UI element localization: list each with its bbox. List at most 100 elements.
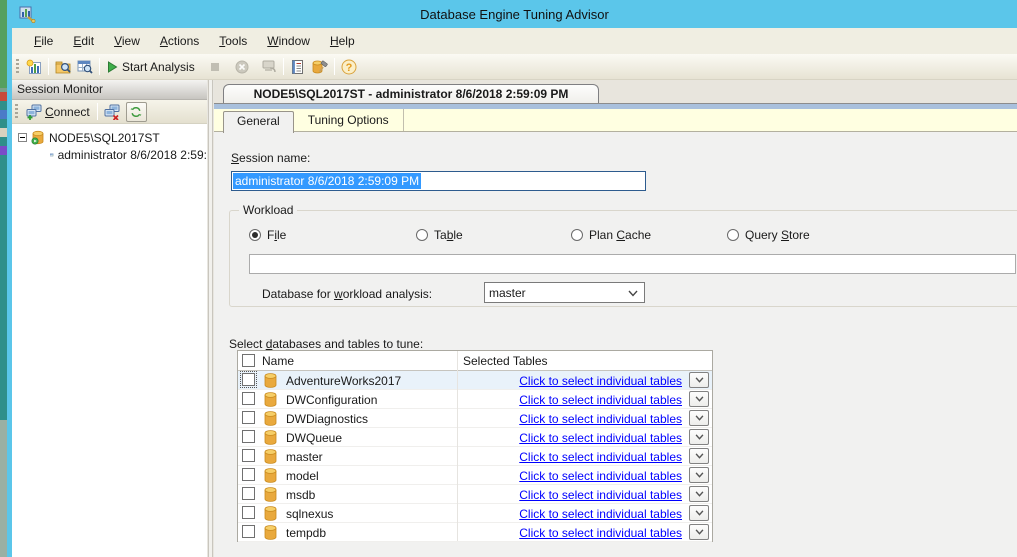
start-analysis-label: Start Analysis: [122, 60, 195, 74]
select-tables-link[interactable]: Click to select individual tables: [519, 469, 682, 483]
menu-edit[interactable]: Edit: [63, 28, 104, 54]
open-workload-file-button[interactable]: [52, 57, 74, 77]
database-name: master: [286, 450, 323, 464]
connect-button[interactable]: Connect: [22, 102, 94, 122]
radio-button[interactable]: [416, 229, 428, 241]
menu-help[interactable]: Help: [320, 28, 365, 54]
main-toolbar: Start Analysis: [12, 54, 1017, 80]
combobox-value: master: [489, 286, 526, 300]
radio-query-store[interactable]: Query Store: [727, 227, 810, 243]
panel-splitter[interactable]: [207, 80, 214, 557]
row-checkbox[interactable]: [242, 525, 255, 538]
row-checkbox[interactable]: [242, 373, 255, 386]
row-checkbox[interactable]: [242, 392, 255, 405]
table-row[interactable]: model Click to select individual tables: [238, 466, 712, 485]
toolbar-separator: [97, 103, 98, 120]
properties-button[interactable]: [287, 57, 308, 77]
tree-node-server[interactable]: NODE5\SQL2017ST: [12, 129, 207, 146]
row-checkbox[interactable]: [242, 449, 255, 462]
session-name-input[interactable]: administrator 8/6/2018 2:59:09 PM: [231, 171, 646, 191]
table-row[interactable]: sqlnexus Click to select individual tabl…: [238, 504, 712, 523]
toolbar-grip[interactable]: [15, 104, 18, 119]
workload-group: Workload File Table Plan Cache: [229, 210, 1017, 307]
tables-dropdown-button[interactable]: [689, 524, 709, 540]
radio-plan-cache[interactable]: Plan Cache: [571, 227, 651, 243]
session-document-tab[interactable]: NODE5\SQL2017ST - administrator 8/6/2018…: [223, 84, 599, 103]
title-bar[interactable]: Database Engine Tuning Advisor: [12, 0, 1017, 28]
table-row[interactable]: tempdb Click to select individual tables: [238, 523, 712, 542]
tab-general[interactable]: General: [223, 111, 294, 133]
disconnect-button[interactable]: [101, 102, 123, 122]
table-row[interactable]: DWDiagnostics Click to select individual…: [238, 409, 712, 428]
session-icon: [50, 148, 54, 162]
table-row[interactable]: AdventureWorks2017 Click to select indiv…: [238, 371, 712, 390]
select-tables-link[interactable]: Click to select individual tables: [519, 450, 682, 464]
menu-view[interactable]: View: [104, 28, 150, 54]
connect-icon: [26, 104, 42, 120]
refresh-button[interactable]: [126, 102, 147, 122]
tables-dropdown-button[interactable]: [689, 486, 709, 502]
chevron-down-icon: [695, 415, 704, 421]
tuning-options-button[interactable]: [308, 57, 331, 77]
select-tables-link[interactable]: Click to select individual tables: [519, 507, 682, 521]
menu-window[interactable]: Window: [257, 28, 320, 54]
select-tables-link[interactable]: Click to select individual tables: [519, 488, 682, 502]
tune-database-icon: [311, 59, 328, 75]
select-tables-link[interactable]: Click to select individual tables: [519, 393, 682, 407]
database-name: sqlnexus: [286, 507, 333, 521]
collapse-icon[interactable]: [18, 133, 27, 142]
window-title: Database Engine Tuning Advisor: [12, 7, 1017, 22]
select-tables-link[interactable]: Click to select individual tables: [519, 431, 682, 445]
document-body: General Tuning Options Session name: adm…: [214, 103, 1017, 557]
row-checkbox[interactable]: [242, 411, 255, 424]
session-name-label: Session name:: [231, 151, 310, 165]
tables-dropdown-button[interactable]: [689, 505, 709, 521]
select-all-checkbox[interactable]: [242, 354, 255, 367]
select-tables-link[interactable]: Click to select individual tables: [519, 374, 682, 388]
database-icon: [264, 506, 277, 521]
radio-button[interactable]: [727, 229, 739, 241]
table-row[interactable]: master Click to select individual tables: [238, 447, 712, 466]
table-row[interactable]: DWConfiguration Click to select individu…: [238, 390, 712, 409]
database-icon: [264, 487, 277, 502]
tree-node-session[interactable]: administrator 8/6/2018 2:59:: [12, 146, 207, 163]
start-analysis-button[interactable]: Start Analysis: [103, 58, 198, 76]
radio-button[interactable]: [571, 229, 583, 241]
row-checkbox[interactable]: [242, 506, 255, 519]
menu-actions[interactable]: Actions: [150, 28, 209, 54]
database-analysis-combobox[interactable]: master: [484, 282, 645, 303]
radio-button[interactable]: [249, 229, 261, 241]
svg-text:?: ?: [345, 62, 352, 74]
tables-dropdown-button[interactable]: [689, 391, 709, 407]
app-window: Database Engine Tuning Advisor File Edit…: [7, 0, 1017, 557]
radio-file[interactable]: File: [249, 227, 286, 243]
select-tables-link[interactable]: Click to select individual tables: [519, 526, 682, 540]
menu-tools[interactable]: Tools: [209, 28, 257, 54]
help-button[interactable]: ?: [338, 57, 360, 77]
database-icon: [264, 411, 277, 426]
tables-dropdown-button[interactable]: [689, 467, 709, 483]
radio-table[interactable]: Table: [416, 227, 463, 243]
workload-file-input[interactable]: [249, 254, 1016, 274]
row-checkbox[interactable]: [242, 487, 255, 500]
tables-dropdown-button[interactable]: [689, 448, 709, 464]
desktop-icon: [0, 110, 7, 119]
chevron-down-icon: [695, 510, 704, 516]
tab-tuning-options[interactable]: Tuning Options: [294, 109, 404, 131]
table-row[interactable]: msdb Click to select individual tables: [238, 485, 712, 504]
tables-dropdown-button[interactable]: [689, 410, 709, 426]
database-icon: [264, 468, 277, 483]
database-icon: [264, 525, 277, 540]
tables-dropdown-button[interactable]: [689, 429, 709, 445]
row-checkbox[interactable]: [242, 468, 255, 481]
toolbar-grip[interactable]: [16, 59, 19, 74]
row-checkbox[interactable]: [242, 430, 255, 443]
table-row[interactable]: DWQueue Click to select individual table…: [238, 428, 712, 447]
tables-dropdown-button[interactable]: [689, 372, 709, 388]
select-tables-link[interactable]: Click to select individual tables: [519, 412, 682, 426]
database-name: DWConfiguration: [286, 393, 377, 407]
database-icon: [264, 373, 277, 388]
new-session-button[interactable]: [23, 57, 45, 77]
menu-file[interactable]: File: [24, 28, 63, 54]
open-workload-table-button[interactable]: [74, 57, 96, 77]
